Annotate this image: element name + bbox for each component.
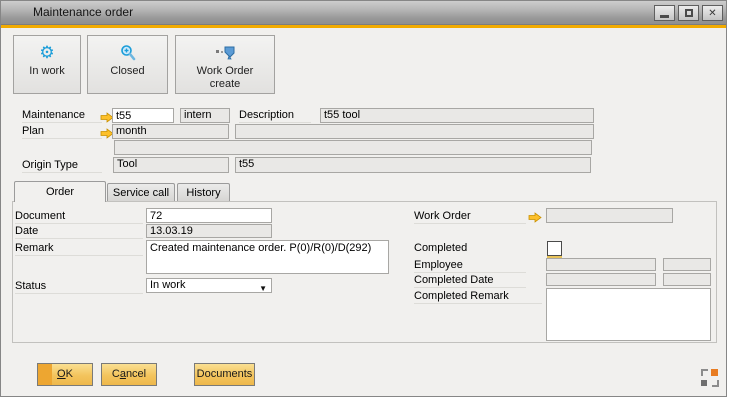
- origin-type-label: Origin Type: [22, 159, 102, 173]
- maximize-button[interactable]: [678, 5, 699, 21]
- in-work-button[interactable]: ⚙ In work: [13, 35, 81, 94]
- remark-label: Remark: [15, 242, 143, 256]
- closed-label: Closed: [88, 65, 167, 78]
- work-order-create-label: Work Order create: [176, 65, 274, 91]
- date-field: 13.03.19: [146, 224, 272, 238]
- completed-checkbox[interactable]: [547, 241, 562, 256]
- origin-type-field: Tool: [113, 157, 229, 173]
- hand-pointer-icon: [176, 44, 274, 62]
- title-bar[interactable]: Maintenance order ✕: [1, 1, 726, 25]
- maintenance-label: Maintenance: [22, 109, 102, 123]
- document-label: Document: [15, 210, 143, 224]
- link-arrow-icon[interactable]: [528, 210, 542, 221]
- cancel-label: ncel: [126, 368, 146, 380]
- description-field: t55 tool: [320, 108, 594, 123]
- employee-label: Employee: [414, 259, 526, 273]
- dropdown-arrow-icon: ▼: [259, 282, 267, 295]
- cancel-button[interactable]: Cancel: [101, 363, 157, 386]
- completed-date-label: Completed Date: [414, 274, 526, 288]
- maximize-icon: [685, 9, 693, 17]
- completed-label: Completed: [414, 242, 526, 255]
- tab-history[interactable]: History: [177, 183, 230, 202]
- employee-secondary-field: [663, 258, 711, 271]
- completed-remark-textarea[interactable]: [546, 288, 711, 341]
- status-label: Status: [15, 280, 143, 294]
- maintenance-order-window: Maintenance order ✕ ⚙ In work Closed: [0, 0, 727, 397]
- tab-service-call[interactable]: Service call: [107, 183, 175, 202]
- minimize-icon: [660, 15, 669, 18]
- ok-button[interactable]: OK: [37, 363, 93, 386]
- date-label: Date: [15, 225, 143, 239]
- plan-field: month: [112, 124, 229, 139]
- work-order-create-button[interactable]: Work Order create: [175, 35, 275, 94]
- status-dropdown[interactable]: In work ▼: [146, 278, 272, 293]
- document-input[interactable]: [146, 208, 272, 223]
- closed-button[interactable]: Closed: [87, 35, 168, 94]
- minimize-button[interactable]: [654, 5, 675, 21]
- remark-textarea[interactable]: Created maintenance order. P(0)/R(0)/D(2…: [146, 240, 389, 274]
- plan-secondary-field: [235, 124, 594, 139]
- magnifier-plus-icon: [88, 44, 167, 62]
- documents-button[interactable]: Documents: [194, 363, 255, 386]
- extra-row-field: [114, 140, 592, 155]
- maintenance-input[interactable]: [112, 108, 174, 123]
- tab-order[interactable]: Order: [14, 181, 106, 202]
- gear-icon: ⚙: [14, 44, 80, 62]
- completed-remark-label: Completed Remark: [414, 290, 542, 304]
- completed-date-field: [546, 273, 656, 286]
- origin-object-field: t55: [235, 157, 591, 173]
- form-resize-grip-icon[interactable]: [701, 369, 719, 387]
- in-work-label: In work: [14, 65, 80, 78]
- ok-label: O: [57, 368, 66, 380]
- work-order-label: Work Order: [414, 210, 526, 224]
- accent-gold-line: [1, 25, 726, 28]
- employee-field: [546, 258, 656, 271]
- maintenance-code-field: intern: [180, 108, 230, 123]
- status-value: In work: [150, 279, 185, 291]
- completed-date-secondary-field: [663, 273, 711, 286]
- close-button[interactable]: ✕: [702, 5, 723, 21]
- close-icon: ✕: [708, 8, 716, 19]
- description-label: Description: [239, 109, 311, 123]
- plan-label: Plan: [22, 125, 102, 139]
- window-title: Maintenance order: [33, 5, 133, 19]
- work-order-field: [546, 208, 673, 223]
